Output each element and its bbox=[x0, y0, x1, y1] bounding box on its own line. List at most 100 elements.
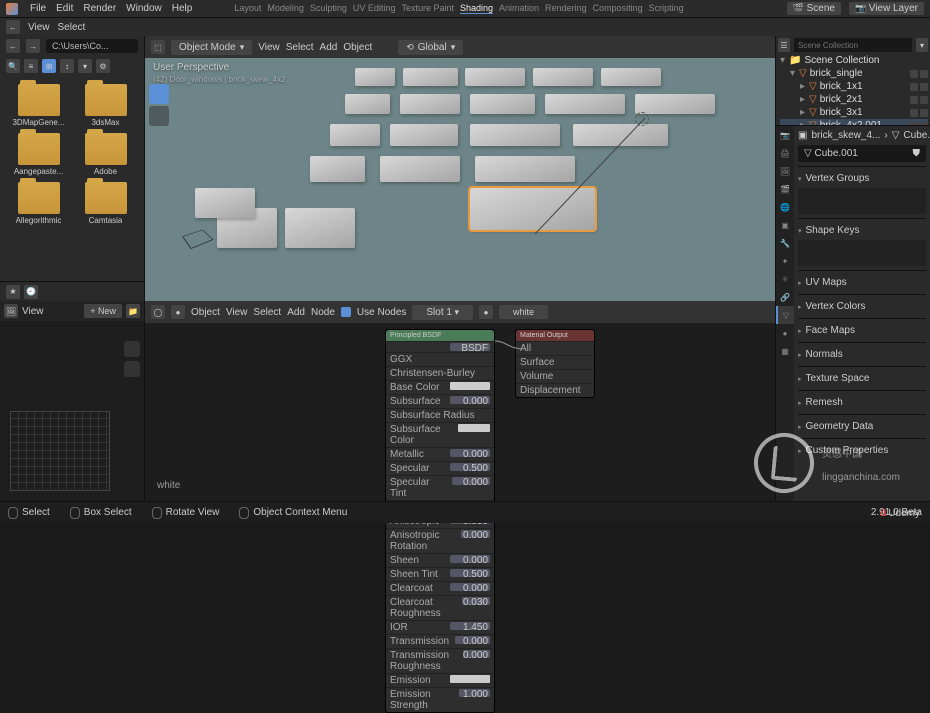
prop-tab-data-icon[interactable]: ▽ bbox=[776, 306, 794, 324]
recent-icon[interactable]: 🕘 bbox=[24, 285, 38, 299]
prop-tab-particles-icon[interactable]: ✦ bbox=[776, 252, 794, 270]
settings-icon[interactable]: ⚙ bbox=[96, 59, 110, 73]
section-header[interactable]: ▸Custom Properties bbox=[798, 443, 926, 458]
prop-tab-render-icon[interactable]: 📷 bbox=[776, 126, 794, 144]
menu-file[interactable]: File bbox=[30, 3, 46, 14]
outliner-row-selected[interactable]: ▸▽brick_4x2.001 bbox=[780, 119, 928, 126]
scene-selector[interactable]: 🎬 Scene bbox=[787, 2, 841, 15]
display-list-icon[interactable]: ≡ bbox=[24, 59, 38, 73]
tab-layout[interactable]: Layout bbox=[234, 3, 261, 14]
folder-item[interactable]: 3DMapGene... bbox=[8, 84, 69, 127]
tab-animation[interactable]: Animation bbox=[499, 3, 539, 14]
folder-item[interactable]: Allegorithmic bbox=[8, 182, 69, 225]
mode-dropdown[interactable]: Object Mode ▾ bbox=[171, 40, 252, 55]
ne-menu-node[interactable]: Node bbox=[311, 307, 335, 318]
bookmark-icon[interactable]: ★ bbox=[6, 285, 20, 299]
ne-menu-select[interactable]: Select bbox=[253, 307, 281, 318]
nav-back-icon[interactable]: ← bbox=[6, 39, 20, 53]
material-name-field[interactable]: white bbox=[499, 305, 548, 319]
camera-gizmo-icon[interactable] bbox=[182, 230, 214, 250]
viewlayer-selector[interactable]: 📷 View Layer bbox=[849, 2, 924, 15]
search-icon[interactable]: 🔍 bbox=[6, 59, 20, 73]
filter-icon[interactable]: ▾ bbox=[916, 38, 928, 52]
section-header[interactable]: ▸UV Maps bbox=[798, 275, 926, 290]
node-header[interactable]: Material Output bbox=[516, 330, 594, 341]
ne-type-dropdown[interactable]: Object bbox=[191, 307, 220, 318]
outliner-type-icon[interactable]: ☰ bbox=[778, 38, 790, 52]
node-header[interactable]: Principled BSDF bbox=[386, 330, 494, 341]
section-header[interactable]: ▸Face Maps bbox=[798, 323, 926, 338]
material-ball-icon[interactable]: ● bbox=[479, 305, 493, 319]
prop-tab-texture-icon[interactable]: ▦ bbox=[776, 342, 794, 360]
prop-tab-modifiers-icon[interactable]: 🔧 bbox=[776, 234, 794, 252]
zoom-icon[interactable] bbox=[124, 341, 140, 357]
shape-keys-list[interactable] bbox=[798, 240, 926, 266]
outliner-row[interactable]: ▾📁Scene Collection bbox=[780, 54, 928, 67]
prop-tab-physics-icon[interactable]: ⚛ bbox=[776, 270, 794, 288]
editor-type-icon[interactable]: 🖼 bbox=[4, 304, 18, 318]
outliner-row[interactable]: ▸▽brick_1x1 bbox=[780, 80, 928, 93]
outliner-row[interactable]: ▾▽brick_single bbox=[780, 67, 928, 80]
secondbar-select[interactable]: Select bbox=[58, 22, 86, 33]
tab-scripting[interactable]: Scripting bbox=[649, 3, 684, 14]
vp-menu-view[interactable]: View bbox=[258, 42, 280, 53]
vertex-groups-list[interactable] bbox=[798, 188, 926, 214]
slot-dropdown[interactable]: Slot 1 ▾ bbox=[412, 305, 473, 320]
tab-compositing[interactable]: Compositing bbox=[593, 3, 643, 14]
prop-tab-object-icon[interactable]: ▣ bbox=[776, 216, 794, 234]
prop-tab-material-icon[interactable]: ● bbox=[776, 324, 794, 342]
prop-tab-constraints-icon[interactable]: 🔗 bbox=[776, 288, 794, 306]
prop-tab-view-icon[interactable]: 🖼 bbox=[776, 162, 794, 180]
folder-item[interactable]: 3dsMax bbox=[75, 84, 136, 127]
tab-uvediting[interactable]: UV Editing bbox=[353, 3, 396, 14]
folder-item[interactable]: Aangepaste... bbox=[8, 133, 69, 176]
folder-item[interactable]: Adobe bbox=[75, 133, 136, 176]
back-icon[interactable]: ← bbox=[6, 20, 20, 34]
outliner-row[interactable]: ▸▽brick_3x1 bbox=[780, 106, 928, 119]
menu-render[interactable]: Render bbox=[83, 3, 116, 14]
tab-shading[interactable]: Shading bbox=[460, 3, 493, 14]
tab-sculpting[interactable]: Sculpting bbox=[310, 3, 347, 14]
use-nodes-checkbox[interactable] bbox=[341, 307, 351, 317]
editor-type-icon[interactable]: ⬚ bbox=[151, 40, 165, 54]
tab-rendering[interactable]: Rendering bbox=[545, 3, 587, 14]
section-header[interactable]: ▸Remesh bbox=[798, 395, 926, 410]
selected-brick[interactable] bbox=[470, 188, 595, 230]
outliner-row[interactable]: ▸▽brick_2x1 bbox=[780, 93, 928, 106]
open-image-icon[interactable]: 📁 bbox=[126, 304, 140, 318]
secondbar-view[interactable]: View bbox=[28, 22, 50, 33]
light-gizmo-icon[interactable] bbox=[635, 112, 649, 126]
pan-icon[interactable] bbox=[124, 361, 140, 377]
section-header[interactable]: ▸Texture Space bbox=[798, 371, 926, 386]
vp-menu-add[interactable]: Add bbox=[320, 42, 338, 53]
ne-menu-add[interactable]: Add bbox=[287, 307, 305, 318]
prop-tab-scene-icon[interactable]: 🎬 bbox=[776, 180, 794, 198]
menu-help[interactable]: Help bbox=[172, 3, 193, 14]
section-header[interactable]: ▸Geometry Data bbox=[798, 419, 926, 434]
tab-modeling[interactable]: Modeling bbox=[267, 3, 304, 14]
display-grid-icon[interactable]: ⊞ bbox=[42, 59, 56, 73]
object-name-field[interactable]: ▽ Cube.001⛊ bbox=[798, 145, 926, 162]
prop-tab-world-icon[interactable]: 🌐 bbox=[776, 198, 794, 216]
section-header[interactable]: ▾Shape Keys bbox=[798, 223, 926, 238]
section-header[interactable]: ▾Vertex Groups bbox=[798, 171, 926, 186]
prop-tab-output-icon[interactable]: 🖨 bbox=[776, 144, 794, 162]
filter-icon[interactable]: ▾ bbox=[78, 59, 92, 73]
orientation-dropdown[interactable]: ⟲ Global ▾ bbox=[398, 40, 463, 55]
sort-icon[interactable]: ↕ bbox=[60, 59, 74, 73]
ne-menu-view[interactable]: View bbox=[226, 307, 248, 318]
shader-type-icon[interactable]: ● bbox=[171, 305, 185, 319]
nav-fwd-icon[interactable]: → bbox=[26, 39, 40, 53]
section-header[interactable]: ▸Normals bbox=[798, 347, 926, 362]
menu-edit[interactable]: Edit bbox=[56, 3, 73, 14]
vp-menu-select[interactable]: Select bbox=[286, 42, 314, 53]
editor-type-icon[interactable]: ◯ bbox=[151, 305, 165, 319]
material-output-node[interactable]: Material Output All Surface Volume Displ… bbox=[515, 329, 595, 398]
section-header[interactable]: ▸Vertex Colors bbox=[798, 299, 926, 314]
preview-view-menu[interactable]: View bbox=[22, 306, 44, 317]
menu-window[interactable]: Window bbox=[126, 3, 162, 14]
new-image-button[interactable]: + New bbox=[84, 304, 122, 318]
preview-grid[interactable] bbox=[10, 411, 110, 491]
tab-texturepaint[interactable]: Texture Paint bbox=[401, 3, 454, 14]
path-field[interactable]: C:\Users\Co... bbox=[46, 39, 138, 53]
